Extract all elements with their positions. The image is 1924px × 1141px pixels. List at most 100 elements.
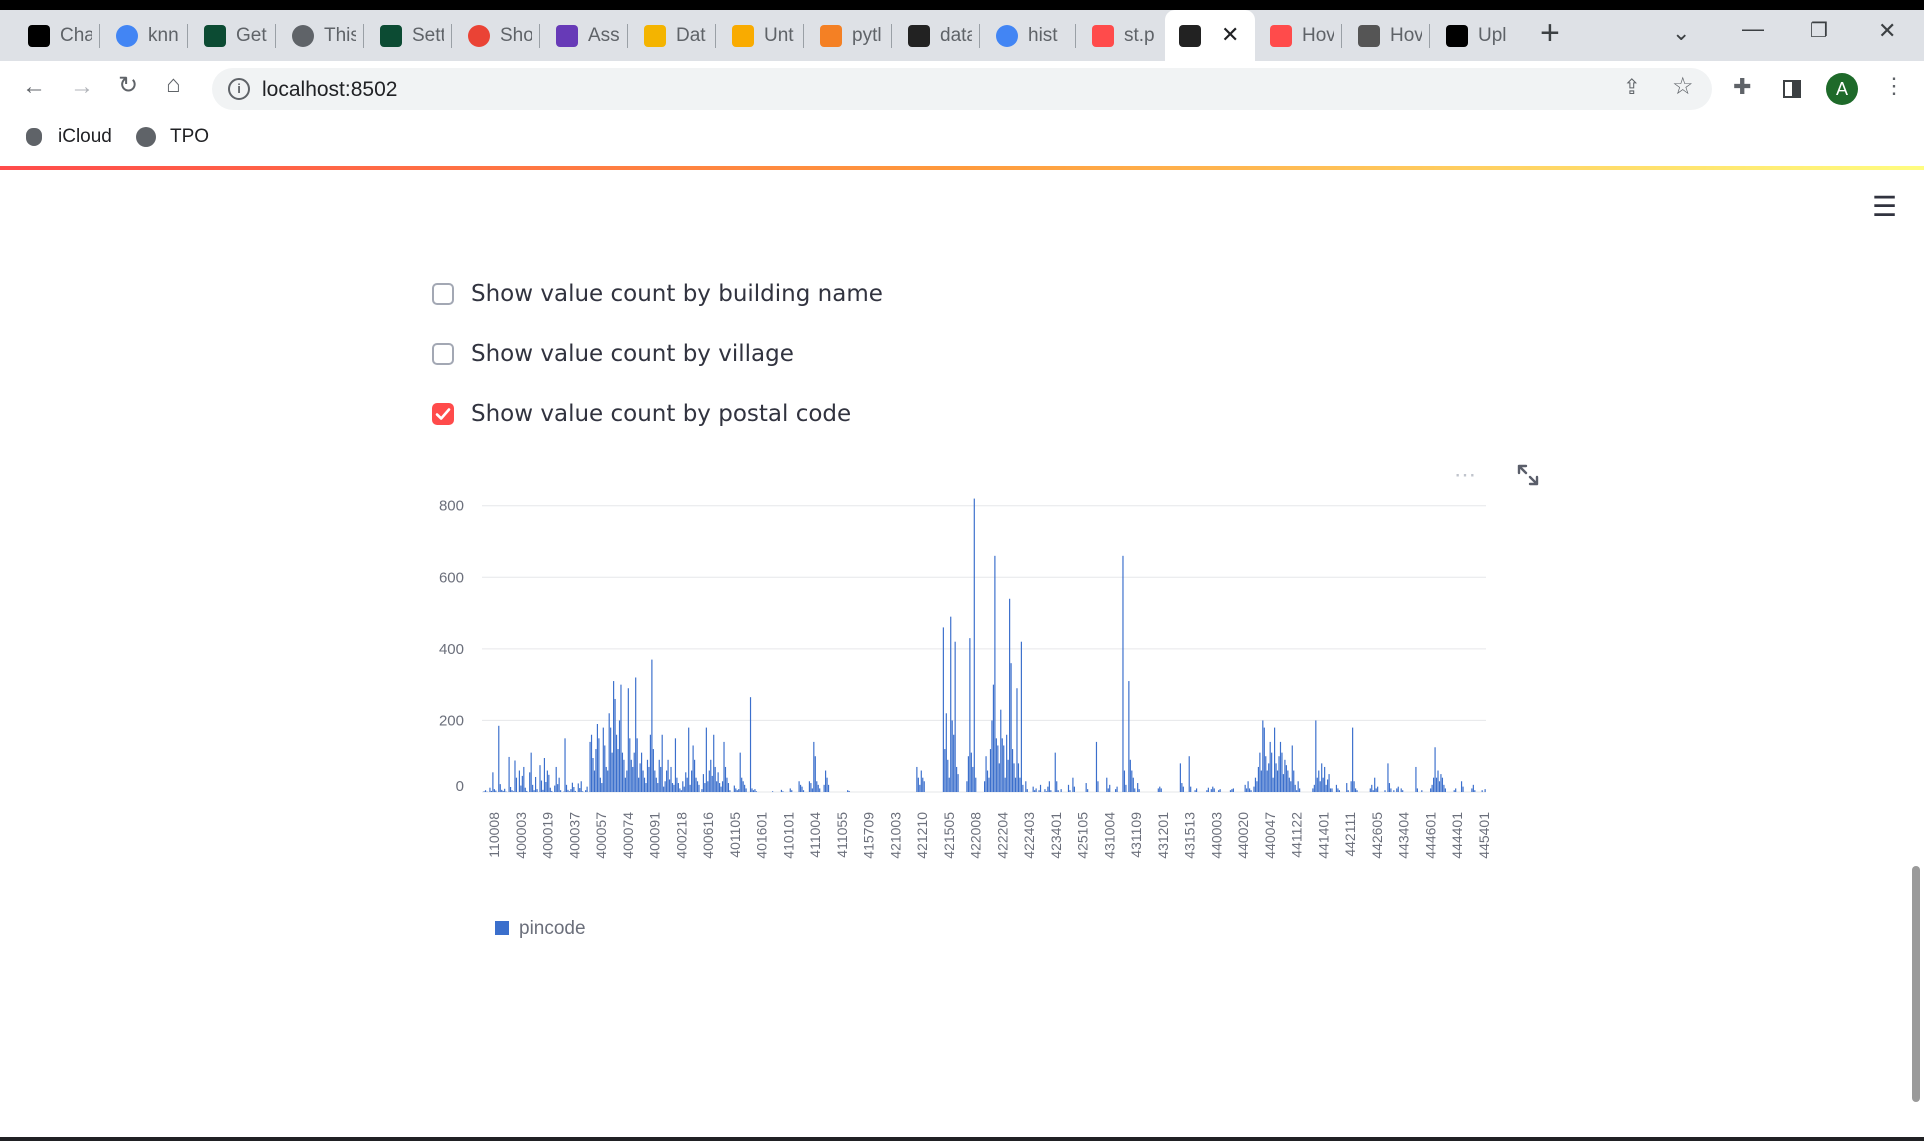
close-tab-icon[interactable]: ✕ [1221,22,1239,48]
bar [643,777,646,792]
url-text[interactable]: localhost:8502 [262,78,397,102]
bar [611,752,613,792]
tab-6[interactable]: Sho [454,10,532,61]
tab-3[interactable]: Get [190,10,268,61]
bar [1001,738,1003,792]
app-header-decoration [0,166,1924,170]
tab-separator [275,24,276,48]
tab-9[interactable]: Unt [718,10,796,61]
main-menu-icon[interactable]: ☰ [1872,190,1897,223]
share-icon[interactable]: ⇪ [1623,77,1641,98]
bar [1415,766,1417,792]
restore-icon[interactable]: ❐ [1810,18,1828,43]
bar [514,760,516,792]
tab-1[interactable]: Cha [14,10,92,61]
checkbox-box[interactable] [432,283,454,305]
tab-4[interactable]: This [278,10,356,61]
profile-avatar[interactable]: A [1826,73,1858,105]
window-top-edge [0,0,1924,10]
bar [1471,788,1473,792]
bar [772,791,774,792]
home-icon[interactable]: ⌂ [166,73,181,97]
bar [688,727,690,792]
bar [1019,777,1021,792]
new-tab-button[interactable]: + [1540,14,1560,53]
x-tick-label: 400057 [593,812,609,859]
bar [1045,791,1048,792]
tab-title: Sett [412,24,444,46]
site-info-icon[interactable]: i [228,78,250,100]
bar [1327,779,1329,792]
bar [951,720,953,792]
bar [649,734,651,792]
streamlit-icon [1179,24,1201,47]
bar [663,786,665,792]
bar [1038,790,1040,792]
tab-10[interactable]: pytl [806,10,884,61]
bar [602,727,604,792]
tab-search-chevron-icon[interactable]: ⌄ [1672,20,1690,46]
legend-label[interactable]: pincode [519,918,586,939]
bar [695,777,697,792]
side-panel-icon[interactable] [1783,80,1801,98]
window-close-icon[interactable]: ✕ [1878,18,1896,44]
globe-icon [292,24,314,47]
page-scrollbar[interactable] [1912,866,1920,1102]
kebab-menu-icon[interactable]: ⋮ [1883,75,1905,97]
tab-2[interactable]: knn [102,10,180,61]
folder-icon [644,24,666,47]
extensions-puzzle-icon[interactable]: ✚ [1733,76,1751,98]
tab-7[interactable]: Ass [542,10,620,61]
bar [493,789,495,792]
back-arrow-icon[interactable]: ← [22,75,46,99]
checkbox-village[interactable]: Show value count by village [432,341,794,367]
bar [1430,788,1432,792]
bookmark-star-icon[interactable]: ☆ [1672,75,1694,99]
bar [1157,788,1159,792]
tab-13[interactable]: st.p [1078,10,1156,61]
bar [551,790,553,792]
bar [1437,770,1439,792]
legend-swatch [495,921,509,935]
bar [629,738,631,792]
checkbox-building-name[interactable]: Show value count by building name [432,281,883,307]
bookmark-icloud[interactable]: iCloud [26,126,112,148]
bar [615,734,618,792]
bar [529,772,531,792]
bar [1039,784,1042,792]
checkbox-postal-code[interactable]: Show value count by postal code [432,401,851,427]
tab-15[interactable]: Hov [1256,10,1334,61]
address-bar[interactable] [212,68,1712,110]
tab-12[interactable]: hist [982,10,1060,61]
minimize-icon[interactable]: — [1742,16,1764,42]
bar [1116,786,1118,792]
bar [543,758,546,792]
bar [595,749,597,792]
reload-icon[interactable]: ↻ [118,74,138,98]
bar [967,756,969,792]
tab-5[interactable]: Sett [366,10,444,61]
bar [660,766,662,792]
bar [598,738,600,792]
bar [1010,663,1012,792]
x-tick-label: 431513 [1182,812,1198,859]
bar [540,780,543,792]
tab-14[interactable] [1165,10,1201,61]
tab-11[interactable]: data [894,10,972,61]
bookmark-tpo[interactable]: TPO [136,126,209,148]
bar [1232,788,1234,792]
bar [1269,741,1271,792]
checkbox-box[interactable] [432,343,454,365]
bar [1125,784,1127,792]
bar [741,777,743,792]
bar [674,738,677,792]
tab-16[interactable]: Hov [1344,10,1422,61]
bar [705,727,707,792]
tab-8[interactable]: Dat [630,10,708,61]
forward-arrow-icon[interactable]: → [70,75,94,99]
tab-17[interactable]: Upl [1432,10,1510,61]
checkbox-box[interactable] [432,403,454,425]
bar [1129,759,1131,792]
bar [729,790,731,792]
bar [1195,788,1198,792]
